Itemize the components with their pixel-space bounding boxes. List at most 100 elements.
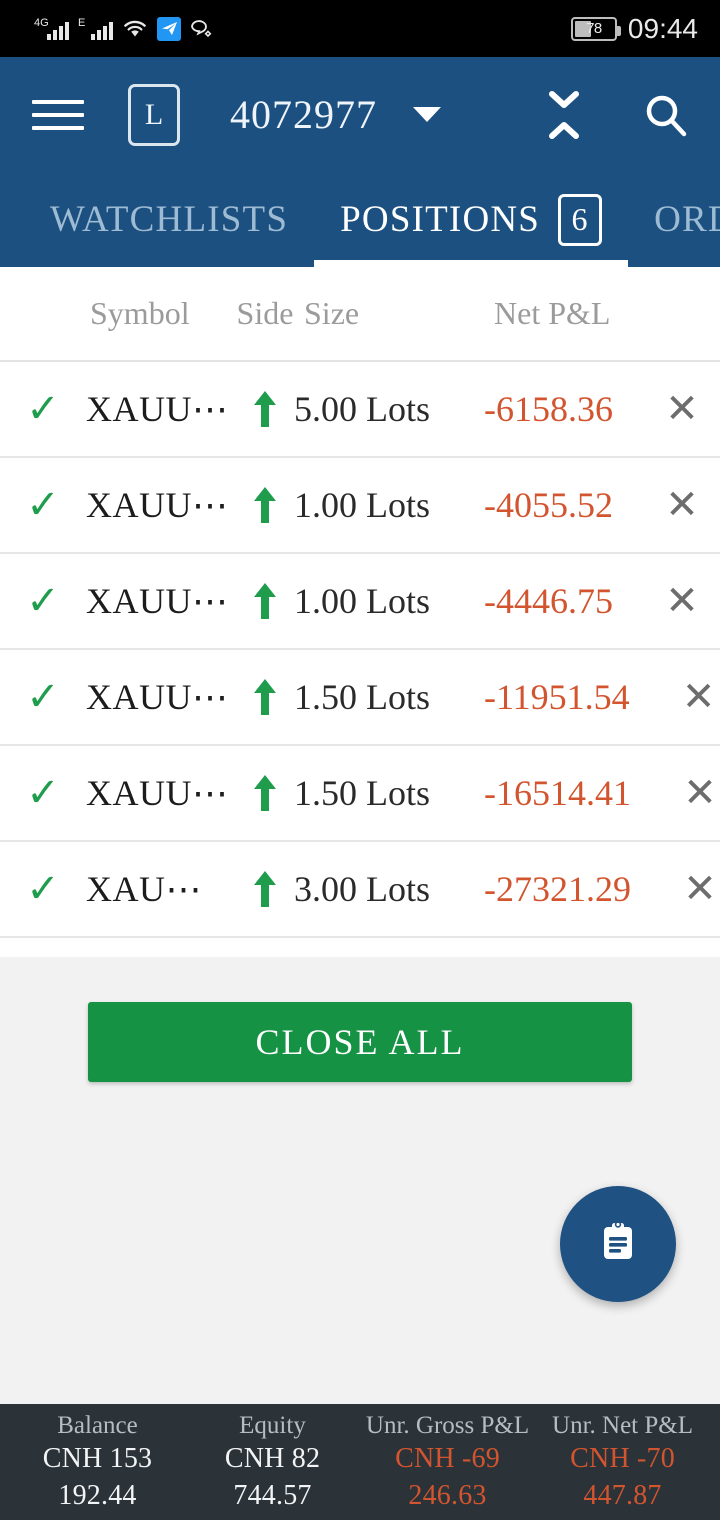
tab-positions[interactable]: POSITIONS 6 (314, 172, 629, 267)
summary-unr-gross-pnl-label: Unr. Gross P&L (365, 1411, 530, 1439)
arrow-up-icon (236, 773, 294, 813)
row-close-button[interactable]: ✕ (657, 869, 720, 909)
table-row[interactable]: ✓ XAUU⋯ 1.50 Lots -11951.54 ✕ (0, 650, 720, 746)
row-size: 3.00 Lots (294, 869, 431, 909)
row-select-checkmark[interactable]: ✓ (0, 581, 86, 621)
summary-equity-label: Equity (239, 1411, 306, 1439)
clipboard-icon (593, 1217, 643, 1272)
row-select-checkmark[interactable]: ✓ (0, 677, 86, 717)
close-icon: ✕ (665, 387, 699, 431)
network-type-primary: 4G (34, 16, 49, 29)
tab-watchlists-label: WATCHLISTS (50, 199, 289, 240)
new-order-fab[interactable] (560, 1186, 676, 1302)
status-bar: 4G E 78 09:44 (0, 0, 720, 57)
row-symbol: XAU⋯ (86, 869, 202, 909)
check-icon: ✓ (26, 482, 60, 527)
chevron-down-icon[interactable] (413, 107, 441, 122)
summary-unr-net-pnl: Unr. Net P&L CNH -70 447.87 (535, 1410, 710, 1514)
row-size: 5.00 Lots (294, 389, 431, 429)
header-net-pnl: Net P&L (494, 295, 611, 331)
row-net-pnl: -27321.29 (484, 869, 631, 909)
summary-unr-net-pnl-value: CNH -70 447.87 (570, 1443, 675, 1511)
row-net-pnl: -4446.75 (484, 581, 613, 621)
header-symbol: Symbol (90, 295, 190, 331)
telegram-icon (157, 16, 181, 41)
row-size: 1.00 Lots (294, 581, 431, 621)
signal-e-icon: E (78, 16, 113, 40)
summary-equity-value: CNH 82 744.57 (224, 1443, 321, 1511)
positions-table: Symbol Side Size Net P&L ✓ XAUU⋯ 5.00 Lo… (0, 267, 720, 938)
row-symbol: XAUU⋯ (86, 485, 229, 525)
close-icon: ✕ (683, 771, 717, 815)
row-symbol: XAUU⋯ (86, 389, 229, 429)
row-net-pnl: -6158.36 (484, 389, 613, 429)
tab-watchlists[interactable]: WATCHLISTS (24, 172, 314, 267)
summary-balance-value: CNH 153 192.44 (42, 1443, 153, 1511)
chat-bubble-icon (190, 18, 214, 40)
signal-4g-icon: 4G (34, 16, 69, 40)
table-row[interactable]: ✓ XAUU⋯ 1.00 Lots -4055.52 ✕ (0, 458, 720, 554)
row-size: 1.50 Lots (294, 677, 431, 717)
row-select-checkmark[interactable]: ✓ (0, 869, 86, 909)
check-icon: ✓ (26, 578, 60, 623)
summary-equity: Equity CNH 82 744.57 (185, 1410, 360, 1514)
row-select-checkmark[interactable]: ✓ (0, 389, 86, 429)
row-symbol: XAUU⋯ (86, 773, 229, 813)
status-bar-right: 78 09:44 (570, 12, 698, 45)
account-type-badge[interactable]: L (128, 83, 180, 146)
row-close-button[interactable]: ✕ (639, 485, 720, 525)
status-bar-left: 4G E (34, 16, 214, 41)
row-size: 1.50 Lots (294, 773, 431, 813)
row-close-button[interactable]: ✕ (639, 389, 720, 429)
table-row[interactable]: ✓ XAU⋯ 3.00 Lots -27321.29 ✕ (0, 842, 720, 938)
arrow-up-icon (236, 389, 294, 429)
row-net-pnl: -16514.41 (484, 773, 631, 813)
tab-bar: WATCHLISTS POSITIONS 6 ORDERS H (0, 172, 720, 267)
close-all-button[interactable]: CLOSE ALL (88, 1002, 632, 1082)
check-icon: ✓ (26, 386, 60, 431)
check-icon: ✓ (26, 674, 60, 719)
account-number[interactable]: 4072977 (230, 91, 377, 138)
row-close-button[interactable]: ✕ (639, 581, 720, 621)
table-row[interactable]: ✓ XAUU⋯ 1.50 Lots -16514.41 ✕ (0, 746, 720, 842)
check-icon: ✓ (26, 770, 60, 815)
summary-unr-gross-pnl-value: CNH -69 246.63 (395, 1443, 500, 1511)
check-icon: ✓ (26, 866, 60, 911)
tab-orders-label: ORDERS (654, 199, 720, 240)
summary-balance-label: Balance (57, 1411, 138, 1439)
row-select-checkmark[interactable]: ✓ (0, 485, 86, 525)
arrow-up-icon (236, 869, 294, 909)
account-summary-bar: Balance CNH 153 192.44 Equity CNH 82 744… (0, 1404, 720, 1520)
battery-icon: 78 (570, 16, 621, 41)
close-icon: ✕ (681, 675, 716, 719)
summary-unr-gross-pnl: Unr. Gross P&L CNH -69 246.63 (360, 1410, 535, 1514)
tab-positions-label: POSITIONS (340, 199, 541, 240)
table-row[interactable]: ✓ XAUU⋯ 5.00 Lots -6158.36 ✕ (0, 362, 720, 458)
header-size: Size (304, 295, 360, 331)
row-close-button[interactable]: ✕ (657, 773, 720, 813)
close-icon: ✕ (665, 483, 699, 527)
network-type-secondary: E (78, 16, 86, 29)
arrow-up-icon (236, 677, 294, 717)
row-symbol: XAUU⋯ (86, 677, 229, 717)
row-net-pnl: -11951.54 (484, 677, 630, 717)
header-side: Side (236, 295, 294, 331)
arrow-up-icon (236, 485, 294, 525)
battery-level: 78 (586, 20, 602, 37)
arrow-up-icon (236, 581, 294, 621)
close-icon: ✕ (683, 867, 717, 911)
hamburger-menu-icon[interactable] (32, 95, 84, 135)
collapse-icon[interactable] (540, 89, 588, 141)
status-bar-clock: 09:44 (627, 12, 698, 44)
tab-positions-badge: 6 (558, 193, 603, 246)
row-symbol: XAUU⋯ (86, 581, 229, 621)
close-icon: ✕ (665, 579, 699, 623)
search-icon[interactable] (640, 89, 692, 141)
row-size: 1.00 Lots (294, 485, 431, 525)
table-row[interactable]: ✓ XAUU⋯ 1.00 Lots -4446.75 ✕ (0, 554, 720, 650)
row-close-button[interactable]: ✕ (656, 677, 720, 717)
summary-unr-net-pnl-label: Unr. Net P&L (552, 1411, 693, 1439)
tab-orders[interactable]: ORDERS (628, 172, 720, 267)
action-area: CLOSE ALL (0, 957, 720, 1404)
row-select-checkmark[interactable]: ✓ (0, 773, 86, 813)
